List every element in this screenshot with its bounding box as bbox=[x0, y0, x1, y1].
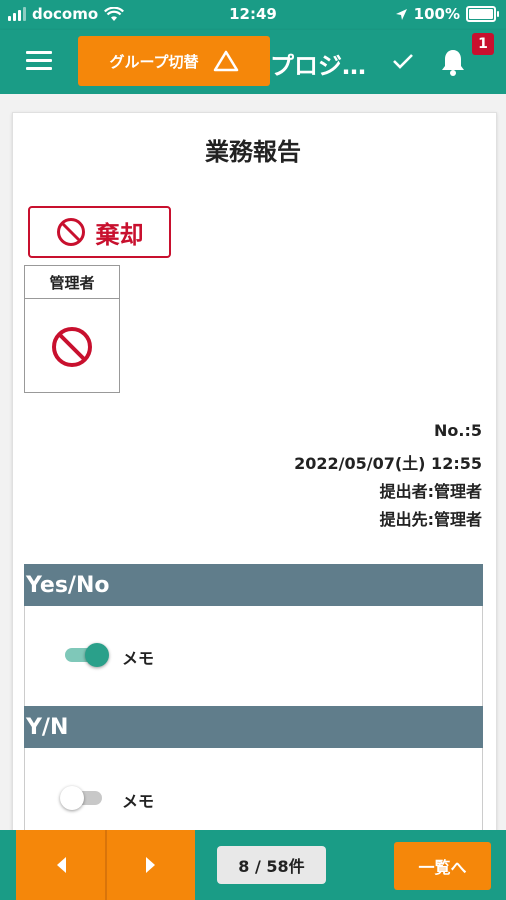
battery-icon bbox=[466, 6, 499, 22]
location-arrow-icon bbox=[395, 8, 407, 20]
section-header: Yes/No bbox=[24, 564, 483, 606]
bell-icon[interactable] bbox=[440, 48, 466, 76]
memo-toggle[interactable] bbox=[63, 643, 109, 667]
memo-label: メモ bbox=[122, 649, 155, 668]
prohibited-icon bbox=[52, 327, 92, 367]
stamp-label: 棄却 bbox=[95, 220, 144, 249]
section-header: Y/N bbox=[24, 706, 483, 748]
approver-label: 管理者 bbox=[25, 266, 119, 299]
battery-percent: 100% bbox=[413, 5, 460, 23]
warning-triangle-icon bbox=[213, 50, 238, 72]
prohibited-icon bbox=[56, 218, 85, 246]
page-counter: 8 / 58件 bbox=[217, 846, 326, 884]
discard-stamp: 棄却 bbox=[28, 206, 171, 258]
prev-button[interactable] bbox=[16, 830, 105, 900]
app-bar: グループ切替 プロジ… 1 bbox=[0, 30, 506, 94]
report-number: No.:5 bbox=[434, 421, 482, 440]
check-icon[interactable] bbox=[392, 52, 414, 70]
group-switch-button[interactable]: グループ切替 bbox=[78, 36, 270, 86]
group-switch-label: グループ切替 bbox=[109, 52, 199, 71]
memo-label: メモ bbox=[122, 792, 155, 811]
memo-toggle[interactable] bbox=[60, 786, 104, 810]
approval-box: 管理者 bbox=[24, 265, 120, 393]
menu-icon[interactable] bbox=[26, 51, 52, 71]
next-arrow-icon bbox=[146, 857, 155, 873]
notification-badge: 1 bbox=[472, 33, 494, 55]
prev-arrow-icon bbox=[56, 857, 66, 873]
status-right: 100% bbox=[395, 5, 499, 23]
next-button[interactable] bbox=[107, 830, 195, 900]
report-submitter: 提出者:管理者 bbox=[379, 482, 482, 501]
report-recipient: 提出先:管理者 bbox=[379, 510, 482, 529]
app-title: プロジ… bbox=[270, 52, 366, 80]
list-button[interactable]: 一覧へ bbox=[394, 842, 491, 890]
page-title: 業務報告 bbox=[205, 138, 301, 166]
report-datetime: 2022/05/07(土) 12:55 bbox=[294, 454, 482, 473]
status-bar: docomo 12:49 100% bbox=[0, 0, 506, 30]
